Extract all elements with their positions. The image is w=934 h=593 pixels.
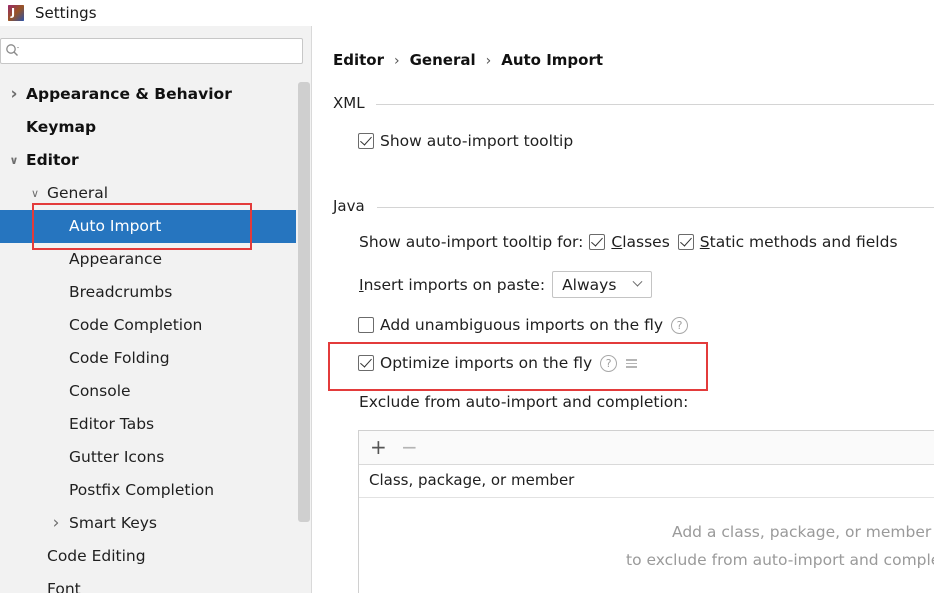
java-static-methods-checkbox[interactable]	[677, 234, 694, 250]
breadcrumb: Editor › General › Auto Import	[333, 51, 603, 69]
exclude-table-toolbar: + −	[359, 431, 934, 465]
tree-item-label: Editor Tabs	[69, 415, 155, 433]
java-optimize-imports-checkbox[interactable]	[358, 355, 374, 371]
tree-item-appearance-behavior[interactable]: › Appearance & Behavior	[0, 78, 296, 111]
breadcrumb-separator: ›	[485, 53, 492, 69]
java-add-unambiguous-label: Add unambiguous imports on the fly	[380, 316, 664, 334]
exclude-table-empty-text-1: Add a class, package, or member	[672, 523, 932, 541]
intellij-app-icon: J	[8, 5, 24, 21]
java-exclude-row: Exclude from auto-import and completion:	[359, 393, 688, 411]
java-section-label: Java	[333, 197, 365, 215]
xml-section-label: XML	[333, 94, 365, 112]
xml-show-tooltip-label: Show auto-import tooltip	[380, 132, 574, 150]
tree-item-label: Code Completion	[69, 316, 203, 334]
tree-item-label: Appearance & Behavior	[26, 85, 232, 103]
java-insert-imports-row: Insert imports on paste: Always	[359, 271, 653, 298]
tree-item-label: Code Folding	[69, 349, 170, 367]
exclude-table-empty-text-2: to exclude from auto-import and completi…	[626, 551, 934, 569]
tree-item-label: Keymap	[26, 118, 97, 136]
insert-imports-select[interactable]: Always	[552, 271, 653, 298]
title-bar: J Settings	[0, 0, 934, 26]
breadcrumb-separator: ›	[394, 53, 400, 69]
settings-tree: › Appearance & Behavior Keymap ∨ Editor ∨ Gene…	[0, 78, 296, 593]
java-add-unambiguous-checkbox[interactable]	[358, 317, 374, 333]
tree-item-code-editing[interactable]: Code Editing	[0, 540, 296, 573]
xml-show-tooltip-checkbox[interactable]	[358, 133, 374, 149]
exclude-table-column-header: Class, package, or member	[369, 471, 575, 489]
tree-item-console[interactable]: Console	[0, 375, 296, 408]
java-tooltip-for-row: Show auto-import tooltip for: Classes St…	[359, 233, 898, 251]
java-optimize-imports-row[interactable]: Optimize imports on the fly ?	[358, 354, 638, 372]
chevron-down-icon	[632, 276, 643, 287]
remove-icon[interactable]: −	[401, 435, 418, 459]
java-section-divider	[377, 207, 934, 208]
java-static-methods-label[interactable]: Static methods and fields	[700, 233, 898, 251]
tree-item-font[interactable]: Font	[0, 573, 296, 593]
exclude-table: + − Class, package, or member Add a clas…	[358, 430, 934, 593]
breadcrumb-item-editor: Editor	[333, 51, 384, 69]
sidebar-scrollbar[interactable]	[297, 82, 312, 582]
breadcrumb-item-general: General	[409, 51, 476, 69]
tree-item-auto-import[interactable]: Auto Import	[0, 210, 296, 243]
search-icon	[6, 44, 19, 56]
search-input[interactable]	[0, 38, 303, 64]
java-classes-checkbox[interactable]	[589, 234, 606, 250]
help-icon[interactable]: ?	[671, 316, 689, 334]
java-tooltip-for-label: Show auto-import tooltip for:	[359, 233, 584, 251]
add-icon[interactable]: +	[370, 435, 387, 459]
java-optimize-imports-label: Optimize imports on the fly	[380, 354, 593, 372]
tree-item-label: Auto Import	[69, 217, 162, 235]
chevron-right-icon[interactable]: ›	[50, 507, 62, 540]
document-icon[interactable]	[626, 358, 638, 368]
help-icon[interactable]: ?	[600, 354, 618, 372]
settings-sidebar: › Appearance & Behavior Keymap ∨ Editor ∨ Gene…	[0, 26, 312, 593]
tree-item-editor-tabs[interactable]: Editor Tabs	[0, 408, 296, 441]
window-title: Settings	[35, 4, 97, 22]
tree-item-appearance[interactable]: Appearance	[0, 243, 296, 276]
tree-item-code-folding[interactable]: Code Folding	[0, 342, 296, 375]
xml-show-tooltip-row[interactable]: Show auto-import tooltip	[358, 132, 573, 150]
tree-item-editor[interactable]: ∨ Editor	[0, 144, 296, 177]
tree-item-general[interactable]: ∨ General	[0, 177, 296, 210]
java-insert-imports-label: Insert imports on paste:	[359, 275, 546, 294]
tree-item-label: General	[47, 184, 109, 202]
xml-section-divider	[376, 104, 934, 105]
exclude-table-header-divider	[359, 497, 934, 498]
tree-item-label: Breadcrumbs	[69, 283, 173, 301]
tree-item-label: Appearance	[69, 250, 163, 268]
chevron-right-icon[interactable]: ›	[8, 78, 20, 111]
tree-item-breadcrumbs[interactable]: Breadcrumbs	[0, 276, 296, 309]
chevron-down-icon[interactable]: ∨	[29, 177, 41, 210]
settings-content: Editor › General › Auto Import XML Show auto…	[313, 26, 934, 593]
chevron-down-icon[interactable]: ∨	[8, 144, 20, 177]
tree-item-label: Gutter Icons	[69, 448, 165, 466]
tree-item-label: Smart Keys	[69, 514, 157, 532]
java-add-unambiguous-row[interactable]: Add unambiguous imports on the fly ?	[358, 316, 689, 334]
tree-item-code-completion[interactable]: Code Completion	[0, 309, 296, 342]
java-classes-label[interactable]: Classes	[611, 233, 669, 251]
tree-item-keymap[interactable]: Keymap	[0, 111, 296, 144]
tree-item-label: Code Editing	[47, 547, 146, 565]
tree-item-gutter-icons[interactable]: Gutter Icons	[0, 441, 296, 474]
breadcrumb-item-auto-import: Auto Import	[501, 51, 604, 69]
sidebar-scrollbar-thumb[interactable]	[298, 82, 310, 522]
insert-imports-select-value: Always	[562, 275, 617, 294]
tree-item-postfix-completion[interactable]: Postfix Completion	[0, 474, 296, 507]
tree-item-label: Postfix Completion	[69, 481, 215, 499]
tree-item-smart-keys[interactable]: › Smart Keys	[0, 507, 296, 540]
tree-item-label: Font	[47, 580, 81, 593]
tree-item-label: Editor	[26, 151, 79, 169]
java-exclude-label: Exclude from auto-import and completion:	[359, 393, 689, 411]
tree-item-label: Console	[69, 382, 131, 400]
